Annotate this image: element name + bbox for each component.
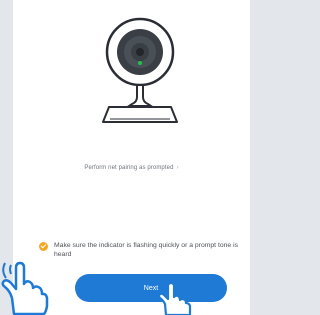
pointing-hand-icon bbox=[157, 282, 192, 315]
pointing-hand-icon bbox=[1, 261, 49, 315]
chevron-right-icon: › bbox=[176, 165, 179, 171]
confirm-row[interactable]: Make sure the indicator is flashing quic… bbox=[39, 241, 244, 259]
checkbox-checked-icon[interactable] bbox=[39, 242, 48, 251]
camera-illustration bbox=[102, 17, 178, 123]
help-link[interactable]: Perform net pairing as prompted › bbox=[13, 165, 250, 171]
confirm-label: Make sure the indicator is flashing quic… bbox=[54, 242, 238, 258]
status-led-icon bbox=[138, 61, 142, 65]
help-link-label: Perform net pairing as prompted bbox=[84, 165, 174, 171]
